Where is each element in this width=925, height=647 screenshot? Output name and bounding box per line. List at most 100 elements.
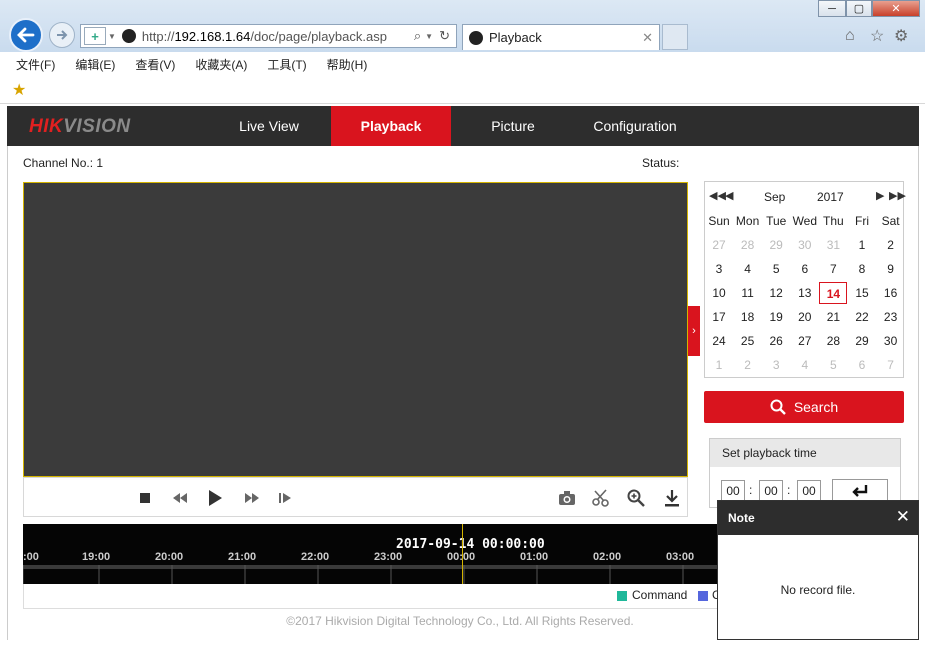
calendar-day[interactable]: 5 [819,354,847,376]
nav-configuration[interactable]: Configuration [575,106,695,146]
calendar-day[interactable]: 31 [819,234,847,256]
next-year-icon[interactable]: ▶▶ [889,189,906,202]
calendar-day[interactable]: 7 [877,354,905,376]
minute-input[interactable]: 00 [759,480,783,502]
close-tab-icon[interactable]: ✕ [642,30,653,46]
calendar-day[interactable]: 6 [791,258,819,280]
calendar-day[interactable]: 17 [705,306,733,328]
calendar-day[interactable]: 3 [762,354,790,376]
maximize-button[interactable]: ▢ [846,0,872,17]
chevron-down-icon[interactable]: ▼ [108,32,116,41]
back-button[interactable] [9,18,43,52]
prev-year-icon[interactable]: ◀◀ [709,189,726,202]
menu-edit[interactable]: 编辑(E) [75,56,115,73]
url-text[interactable]: http://192.168.1.64/doc/page/playback.as… [142,29,387,44]
calendar-day[interactable]: 25 [734,330,762,352]
search-icon [770,399,786,415]
minimize-button[interactable]: ─ [818,0,846,17]
calendar-day[interactable]: 30 [877,330,905,352]
calendar-day[interactable]: 27 [705,234,733,256]
calendar-day[interactable]: 20 [791,306,819,328]
calendar-day[interactable]: 8 [848,258,876,280]
calendar-day[interactable]: 9 [877,258,905,280]
calendar-day[interactable]: 7 [819,258,847,280]
security-shield-icon[interactable]: + [84,27,106,45]
video-player[interactable] [23,182,688,477]
fast-forward-icon[interactable] [244,489,260,509]
url-path: /doc/page/playback.asp [250,28,387,44]
calendar-day[interactable]: 28 [734,234,762,256]
calendar-year[interactable]: 2017 [817,190,844,204]
calendar-month[interactable]: Sep [764,190,785,204]
timeline-hour-label: 02:00 [593,551,622,563]
calendar-day[interactable]: 2 [877,234,905,256]
calendar-day[interactable]: 29 [848,330,876,352]
camera-snapshot-icon[interactable] [558,489,576,511]
calendar-day[interactable]: 15 [848,282,876,304]
add-favorite-star-icon[interactable]: ★ [12,80,26,100]
next-month-icon[interactable]: ▶ [876,189,884,202]
calendar-day[interactable]: 30 [791,234,819,256]
calendar-day[interactable]: 26 [762,330,790,352]
menu-help[interactable]: 帮助(H) [327,56,368,73]
download-icon[interactable] [664,489,680,512]
calendar-day[interactable]: 10 [705,282,733,304]
scissors-clip-icon[interactable] [592,489,610,512]
menu-view[interactable]: 查看(V) [135,56,175,73]
calendar-day[interactable]: 12 [762,282,790,304]
search-button[interactable]: Search [704,391,904,423]
close-window-button[interactable]: ✕ [872,0,920,17]
status-label: Status: [642,156,680,170]
calendar-day[interactable]: 3 [705,258,733,280]
calendar-day[interactable]: 5 [762,258,790,280]
nav-playback[interactable]: Playback [331,106,451,146]
step-frame-icon[interactable] [278,489,292,509]
calendar-day[interactable]: 6 [848,354,876,376]
stop-icon[interactable] [139,489,151,509]
calendar-day[interactable]: 1 [848,234,876,256]
calendar-day[interactable]: 21 [819,306,847,328]
calendar-day[interactable]: 23 [877,306,905,328]
second-input[interactable]: 00 [797,480,821,502]
calendar-day[interactable]: 18 [734,306,762,328]
calendar-day[interactable]: 14 [819,282,848,304]
calendar-day[interactable]: 4 [734,258,762,280]
calendar-day[interactable]: 2 [734,354,762,376]
browser-tab[interactable]: Playback ✕ [462,24,660,50]
dropdown-icon[interactable]: ▼ [425,32,433,41]
zoom-icon[interactable] [627,489,645,512]
calendar-day[interactable]: 4 [791,354,819,376]
playback-timeline[interactable]: :0019:0020:0021:0022:0023:0000:0001:0002… [23,524,720,584]
address-bar[interactable]: + ▼ http://192.168.1.64/doc/page/playbac… [80,24,457,48]
nav-live-view[interactable]: Live View [219,106,319,146]
menu-tools[interactable]: 工具(T) [267,56,306,73]
calendar-day[interactable]: 11 [734,282,762,304]
new-tab-button[interactable] [662,24,688,50]
collapse-panel-button[interactable]: › [688,306,700,356]
timeline-cursor[interactable] [462,524,463,584]
refresh-icon[interactable]: ↻ [439,28,450,44]
calendar-day[interactable]: 24 [705,330,733,352]
play-icon[interactable] [208,489,222,511]
close-icon[interactable]: ✕ [896,508,910,526]
favorites-star-icon[interactable]: ☆ [870,26,884,46]
calendar-day[interactable]: 13 [791,282,819,304]
rewind-icon[interactable] [172,489,188,509]
calendar-day[interactable]: 27 [791,330,819,352]
calendar-day[interactable]: 16 [877,282,905,304]
settings-gear-icon[interactable]: ⚙ [894,26,908,46]
forward-button[interactable] [49,22,75,48]
search-icon[interactable]: ⌕ [414,28,421,44]
nav-picture[interactable]: Picture [463,106,563,146]
calendar-day[interactable]: 19 [762,306,790,328]
hour-input[interactable]: 00 [721,480,745,502]
calendar-day[interactable]: 22 [848,306,876,328]
calendar-day[interactable]: 28 [819,330,847,352]
prev-month-icon[interactable]: ◀ [725,189,733,202]
calendar-day[interactable]: 29 [762,234,790,256]
home-icon[interactable]: ⌂ [845,27,855,45]
menu-file[interactable]: 文件(F) [16,56,55,73]
calendar-day[interactable]: 1 [705,354,733,376]
copyright-footer: ©2017 Hikvision Digital Technology Co., … [286,614,634,628]
menu-favorites[interactable]: 收藏夹(A) [195,56,247,73]
